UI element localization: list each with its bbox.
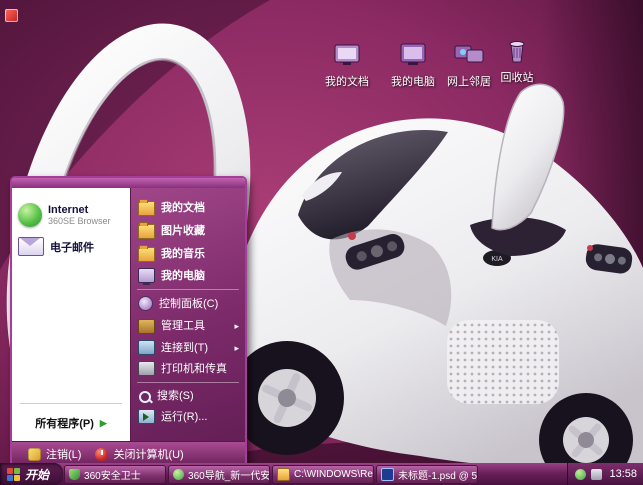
photoshop-icon (381, 468, 394, 481)
menu-item-my-music[interactable]: 我的音乐 (131, 242, 245, 265)
start-button-label: 开始 (25, 466, 49, 483)
log-off-button[interactable]: 注销(L) (28, 446, 81, 462)
menu-item-email[interactable]: 电子邮件 (12, 232, 130, 261)
recycle-bin-icon (501, 38, 533, 64)
submenu-arrow-icon: ▸ (234, 319, 239, 333)
desktop-icon-label: 我的电脑 (384, 76, 442, 88)
taskbar-button-label: 360导航_新一代安... (188, 467, 270, 482)
taskbar-button-label: 360安全卫士 (84, 467, 141, 482)
printers-label: 打印机和传真 (161, 362, 227, 376)
network-places-icon (453, 42, 485, 68)
printer-icon (138, 361, 155, 376)
desktop-icon-my-computer[interactable]: 我的电脑 (384, 42, 442, 88)
computer-icon (138, 268, 155, 283)
tray-volume-icon[interactable] (591, 469, 602, 480)
menu-item-admin-tools[interactable]: 管理工具 ▸ (131, 314, 245, 337)
pictures-folder-icon (138, 224, 155, 239)
shield-icon (69, 469, 80, 480)
all-programs-button[interactable]: 所有程序(P) ▶ (12, 407, 130, 437)
internet-globe-icon (18, 203, 42, 227)
desktop-icon-recycle-bin[interactable]: 回收站 (488, 38, 546, 84)
shut-down-label: 关闭计算机(U) (113, 446, 183, 462)
taskbar: 开始 360安全卫士 360导航_新一代安... C:\WINDOWS\Res.… (0, 463, 643, 485)
menu-item-my-pictures[interactable]: 图片收藏 (131, 219, 245, 242)
start-menu-left-column: Internet 360SE Browser 电子邮件 所有程序(P) ▶ (12, 188, 130, 441)
desktop: KIA (0, 0, 643, 485)
taskbar-button-label: C:\WINDOWS\Res... (294, 469, 374, 480)
taskbar-clock[interactable]: 13:58 (607, 468, 639, 480)
shut-down-icon (95, 448, 108, 461)
start-menu-header (12, 178, 245, 188)
admin-tools-icon (138, 319, 155, 334)
connect-to-icon (138, 340, 155, 355)
my-music-label: 我的音乐 (161, 247, 205, 261)
taskbar-button-label: 未标题-1.psd @ 50... (398, 467, 478, 482)
menu-item-internet[interactable]: Internet 360SE Browser (12, 198, 130, 232)
menu-item-run[interactable]: 运行(R)... (131, 406, 245, 427)
my-documents-icon (331, 42, 363, 68)
music-folder-icon (138, 247, 155, 262)
search-icon (138, 390, 151, 403)
system-tray: 13:58 (567, 463, 643, 485)
search-label: 搜索(S) (157, 389, 194, 403)
menu-item-control-panel[interactable]: 控制面板(C) (131, 293, 245, 314)
log-off-icon (28, 448, 41, 461)
control-panel-gear-icon (138, 296, 153, 311)
taskbar-button-photoshop[interactable]: 未标题-1.psd @ 50... (376, 465, 478, 484)
windows-flag-icon (7, 468, 20, 481)
menu-item-search[interactable]: 搜索(S) (131, 386, 245, 406)
start-button[interactable]: 开始 (0, 463, 63, 485)
taskbar-button-360-nav[interactable]: 360导航_新一代安... (168, 465, 270, 484)
menu-item-connect-to[interactable]: 连接到(T) ▸ (131, 337, 245, 358)
admin-tools-label: 管理工具 (161, 319, 205, 333)
email-label: 电子邮件 (50, 239, 94, 255)
internet-label: Internet (48, 204, 111, 216)
desktop-shortcut-icon[interactable] (5, 9, 18, 22)
control-panel-label: 控制面板(C) (159, 297, 218, 311)
desktop-icon-my-documents[interactable]: 我的文档 (318, 42, 376, 88)
start-menu-right-column: 我的文档 图片收藏 我的音乐 我的电脑 控制面板(C) (130, 188, 245, 441)
connect-to-label: 连接到(T) (161, 341, 208, 355)
menu-item-printers[interactable]: 打印机和传真 (131, 358, 245, 379)
desktop-icon-label: 我的文档 (318, 76, 376, 88)
front-wheel (230, 341, 344, 455)
internet-sublabel: 360SE Browser (48, 216, 111, 226)
right-column-separator (137, 289, 239, 290)
my-computer-icon (397, 42, 429, 68)
menu-item-my-documents[interactable]: 我的文档 (131, 196, 245, 219)
my-computer-label: 我的电脑 (161, 269, 205, 283)
left-column-separator (20, 403, 122, 404)
run-label: 运行(R)... (161, 410, 207, 424)
folder-icon (138, 201, 155, 216)
desktop-icon-label: 回收站 (488, 72, 546, 84)
email-icon (18, 237, 44, 256)
run-icon (138, 409, 155, 424)
browser-icon (173, 469, 184, 480)
my-documents-label: 我的文档 (161, 201, 205, 215)
all-programs-arrow-icon: ▶ (100, 418, 107, 429)
svg-text:KIA: KIA (491, 256, 503, 263)
my-pictures-label: 图片收藏 (161, 224, 205, 238)
log-off-label: 注销(L) (46, 446, 81, 462)
all-programs-label: 所有程序(P) (35, 415, 94, 431)
taskbar-button-360-safe[interactable]: 360安全卫士 (64, 465, 166, 484)
taskbar-button-windows-folder[interactable]: C:\WINDOWS\Res... (272, 465, 374, 484)
folder-icon (277, 468, 290, 481)
menu-item-my-computer[interactable]: 我的电脑 (131, 265, 245, 286)
right-column-separator (137, 382, 239, 383)
submenu-arrow-icon: ▸ (234, 341, 239, 355)
shut-down-button[interactable]: 关闭计算机(U) (95, 446, 183, 462)
tray-360-icon[interactable] (575, 469, 586, 480)
start-menu: Internet 360SE Browser 电子邮件 所有程序(P) ▶ (10, 176, 247, 468)
